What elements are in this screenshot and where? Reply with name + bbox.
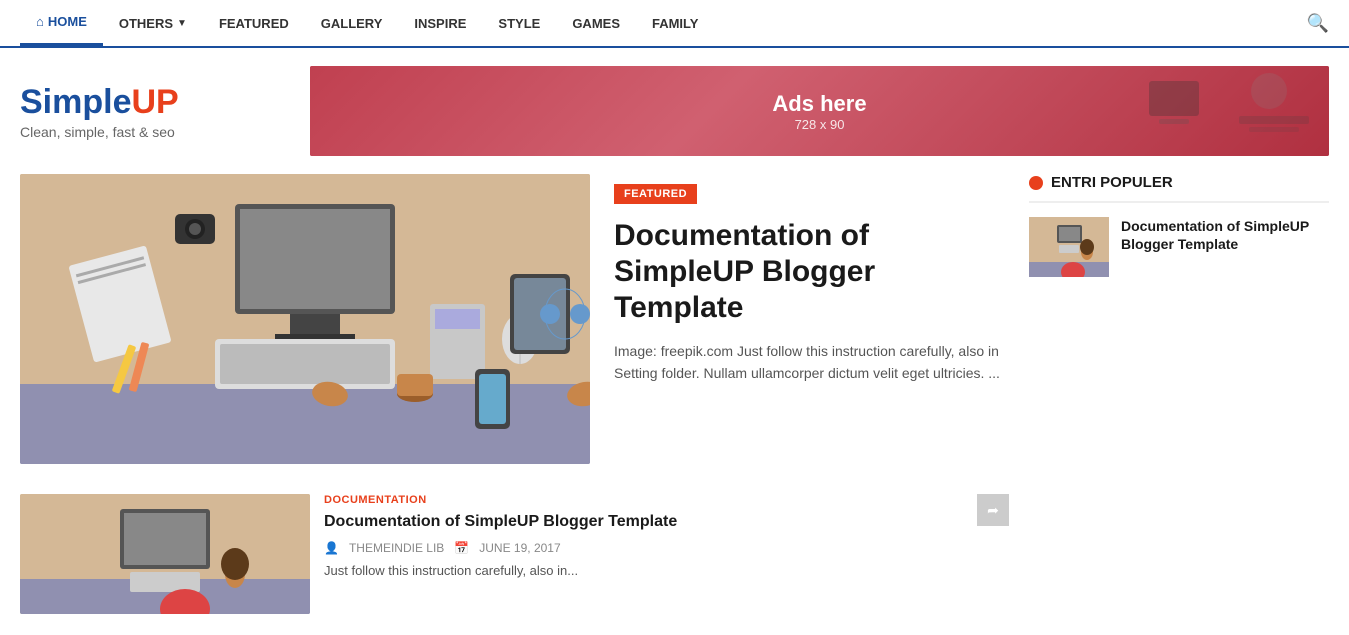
popular-item-image [1029,217,1109,277]
site-logo: SimpleUP [20,83,280,122]
nav-items: ⌂ HOME OTHERS ▼ FEATURED GALLERY INSPIRE… [20,0,714,46]
nav-gallery[interactable]: GALLERY [305,2,399,45]
content-area: FEATURED Documentation of SimpleUP Blogg… [20,174,1009,614]
nav-featured-label: FEATURED [219,16,289,31]
logo-area: SimpleUP Clean, simple, fast & seo [20,83,280,140]
nav-inspire-label: INSPIRE [414,16,466,31]
nav-others-label: OTHERS [119,16,173,31]
article-author: THEMEINDIE LIB [349,541,444,555]
article-meta: 👤 THEMEINDIE LIB 📅 JUNE 19, 2017 [324,541,1009,555]
nav-others[interactable]: OTHERS ▼ [103,2,203,45]
logo-up: UP [131,83,178,121]
small-article: DOCUMENTATION Documentation of SimpleUP … [20,494,1009,614]
nav-games[interactable]: GAMES [556,2,636,45]
small-article-image [20,494,310,614]
ads-banner: Ads here 728 x 90 [310,66,1329,156]
site-header: SimpleUP Clean, simple, fast & seo Ads h… [0,48,1349,174]
nav-family-label: FAMILY [652,16,698,31]
featured-article: FEATURED Documentation of SimpleUP Blogg… [20,174,1009,464]
ads-size: 728 x 90 [772,117,866,132]
featured-info: FEATURED Documentation of SimpleUP Blogg… [614,174,1009,464]
popular-item-title[interactable]: Documentation of SimpleUP Blogger Templa… [1121,217,1329,253]
nav-inspire[interactable]: INSPIRE [398,2,482,45]
nav-featured[interactable]: FEATURED [203,2,305,45]
article-excerpt: Just follow this instruction carefully, … [324,561,1009,581]
featured-image [20,174,590,464]
sidebar: ENTRI POPULER Documentation of Sim [1029,174,1329,614]
popular-section: ENTRI POPULER Documentation of Sim [1029,174,1329,277]
share-button[interactable]: ➦ [977,494,1009,526]
main-content: FEATURED Documentation of SimpleUP Blogg… [0,174,1349,614]
article-title[interactable]: Documentation of SimpleUP Blogger Templa… [324,512,1009,533]
popular-item: Documentation of SimpleUP Blogger Templa… [1029,217,1329,277]
logo-simple: Simple [20,83,131,121]
article-category: DOCUMENTATION [324,494,1009,506]
calendar-icon: 📅 [454,541,469,555]
search-icon[interactable]: 🔍 [1307,13,1329,34]
nav-family[interactable]: FAMILY [636,2,714,45]
popular-dot-icon [1029,176,1043,190]
logo-tagline: Clean, simple, fast & seo [20,124,280,140]
featured-title[interactable]: Documentation of SimpleUP Blogger Templa… [614,218,1009,326]
nav-home[interactable]: ⌂ HOME [20,0,103,46]
nav-style-label: STYLE [498,16,540,31]
author-icon: 👤 [324,541,339,555]
nav-home-label: HOME [48,14,87,29]
ads-title: Ads here [772,91,866,117]
chevron-down-icon: ▼ [177,18,187,29]
small-articles-row: DOCUMENTATION Documentation of SimpleUP … [20,494,1009,614]
article-date: JUNE 19, 2017 [479,541,560,555]
popular-label: ENTRI POPULER [1051,174,1173,191]
main-nav: ⌂ HOME OTHERS ▼ FEATURED GALLERY INSPIRE… [0,0,1349,48]
featured-excerpt: Image: freepik.com Just follow this inst… [614,340,1009,385]
nav-style[interactable]: STYLE [482,2,556,45]
featured-badge: FEATURED [614,184,697,204]
sidebar-popular-title: ENTRI POPULER [1029,174,1329,203]
small-article-info: DOCUMENTATION Documentation of SimpleUP … [324,494,1009,614]
nav-games-label: GAMES [572,16,620,31]
home-icon: ⌂ [36,14,44,29]
nav-gallery-label: GALLERY [321,16,383,31]
